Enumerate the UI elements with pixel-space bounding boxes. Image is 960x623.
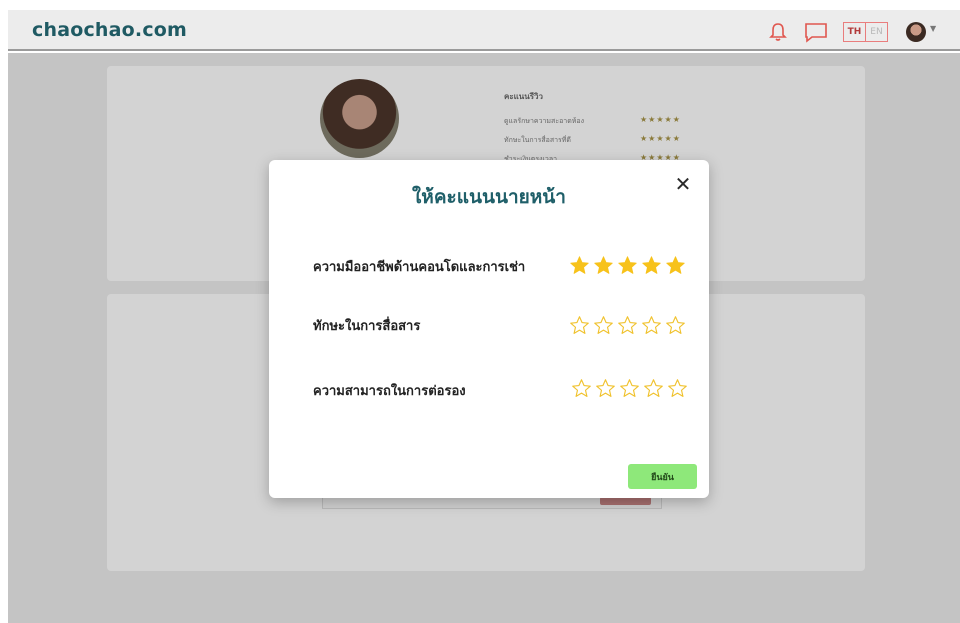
criterion-label-negotiation: ความสามารถในการต่อรอง xyxy=(313,384,466,399)
close-icon[interactable]: ✕ xyxy=(671,172,695,196)
star-icon[interactable] xyxy=(593,315,614,336)
confirm-button[interactable]: ยืนยัน xyxy=(628,464,697,489)
star-icon[interactable] xyxy=(641,255,662,276)
star-icon[interactable] xyxy=(593,255,614,276)
star-icon[interactable] xyxy=(571,378,592,399)
star-icon[interactable] xyxy=(619,378,640,399)
rating-modal: ให้คะแนนนายหน้า ✕ ความมืออาชีพด้านคอนโดแ… xyxy=(269,160,709,498)
avatar[interactable] xyxy=(906,22,926,42)
star-rating-negotiation[interactable] xyxy=(571,378,688,399)
star-rating-professionalism[interactable] xyxy=(569,255,686,276)
top-navbar: chaochao.com TH EN ▼ xyxy=(8,10,960,51)
star-icon[interactable] xyxy=(617,255,638,276)
criterion-label-communication: ทักษะในการสื่อสาร xyxy=(313,319,421,334)
star-icon[interactable] xyxy=(641,315,662,336)
star-icon[interactable] xyxy=(665,315,686,336)
language-switch: TH EN xyxy=(843,22,888,42)
star-icon[interactable] xyxy=(569,315,590,336)
star-icon[interactable] xyxy=(667,378,688,399)
chevron-down-icon[interactable]: ▼ xyxy=(930,24,936,33)
site-logo[interactable]: chaochao.com xyxy=(32,19,187,41)
star-icon[interactable] xyxy=(595,378,616,399)
review-item-label: ทักษะในการสื่อสารที่ดี xyxy=(504,136,571,144)
review-item-label: ดูแลรักษาความสะอาดห้อง xyxy=(504,117,584,125)
modal-title: ให้คะแนนนายหน้า xyxy=(412,186,566,208)
chat-icon[interactable] xyxy=(804,22,828,43)
star-icon[interactable] xyxy=(617,315,638,336)
lang-th-button[interactable]: TH xyxy=(844,23,866,41)
bell-icon[interactable] xyxy=(769,22,787,42)
review-stars: ★★★★★ xyxy=(640,115,681,124)
profile-photo xyxy=(320,79,399,158)
review-heading: คะแนนรีวิว xyxy=(504,92,544,101)
star-icon[interactable] xyxy=(569,255,590,276)
submit-button xyxy=(600,497,651,505)
criterion-label-professionalism: ความมืออาชีพด้านคอนโดและการเช่า xyxy=(313,260,526,275)
review-stars: ★★★★★ xyxy=(640,134,681,143)
star-icon[interactable] xyxy=(643,378,664,399)
lang-en-button[interactable]: EN xyxy=(866,23,887,41)
star-rating-communication[interactable] xyxy=(569,315,686,336)
star-icon[interactable] xyxy=(665,255,686,276)
